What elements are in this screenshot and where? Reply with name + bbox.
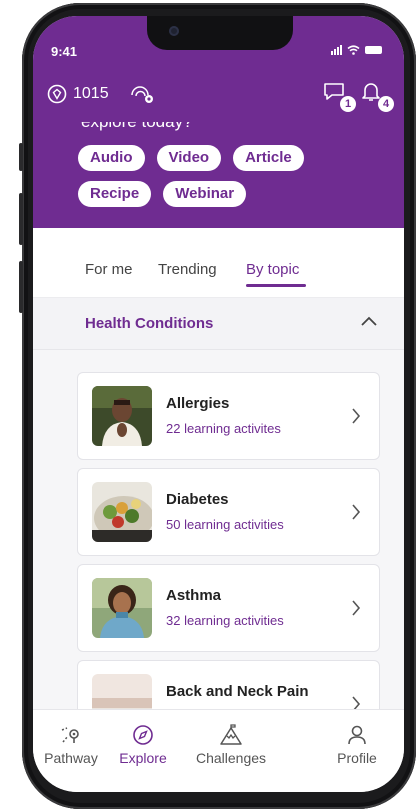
topic-title: Asthma bbox=[166, 587, 222, 604]
nav-label: Explore bbox=[119, 750, 167, 766]
signal-icon bbox=[331, 45, 342, 55]
messages-button[interactable]: 1 bbox=[322, 80, 356, 112]
messages-badge: 1 bbox=[340, 96, 356, 112]
notifications-badge: 4 bbox=[378, 96, 394, 112]
person-icon bbox=[348, 725, 366, 745]
topic-title: Diabetes bbox=[166, 491, 229, 508]
topic-activity-count: 50 learning activities bbox=[166, 517, 284, 532]
points-value: 1015 bbox=[73, 85, 109, 102]
header-prompt-text: explore today? bbox=[81, 122, 281, 132]
nav-label: Challenges bbox=[195, 750, 267, 766]
volume-down-button bbox=[19, 261, 23, 313]
nav-challenges[interactable]: Challenges bbox=[191, 724, 271, 766]
topic-card-allergies[interactable]: Allergies 22 learning activites bbox=[77, 372, 380, 460]
topic-title: Back and Neck Pain bbox=[166, 683, 309, 700]
section-toggle-health-conditions[interactable]: Health Conditions bbox=[33, 298, 404, 350]
tab-trending[interactable]: Trending bbox=[158, 261, 217, 278]
tab-for-me[interactable]: For me bbox=[85, 261, 133, 278]
active-tab-indicator bbox=[246, 284, 306, 287]
coin-icon bbox=[47, 84, 67, 104]
chevron-right-icon bbox=[352, 408, 361, 424]
notifications-button[interactable]: 4 bbox=[360, 80, 394, 112]
topic-thumbnail bbox=[92, 482, 152, 542]
topic-card-asthma[interactable]: Asthma 32 learning activities bbox=[77, 564, 380, 652]
nav-label: Pathway bbox=[44, 750, 98, 766]
chevron-right-icon bbox=[352, 600, 361, 616]
mountain-icon bbox=[220, 724, 242, 745]
bottom-navigation: Pathway Explore Challenges Profile bbox=[33, 709, 404, 792]
chip-webinar[interactable]: Webinar bbox=[163, 181, 247, 207]
streak-icon bbox=[130, 86, 153, 103]
nav-profile[interactable]: Profile bbox=[317, 724, 397, 766]
volume-up-button bbox=[19, 193, 23, 245]
notch bbox=[147, 16, 293, 50]
header-prompt: explore today? bbox=[81, 122, 281, 132]
nav-label: Profile bbox=[337, 750, 377, 766]
app-screen: 9:41 1015 1 4 explore today? Au bbox=[33, 16, 404, 792]
topic-thumbnail bbox=[92, 386, 152, 446]
chip-article[interactable]: Article bbox=[233, 145, 304, 171]
section-title: Health Conditions bbox=[85, 315, 214, 332]
topic-activity-count: 22 learning activites bbox=[166, 421, 281, 436]
topic-thumbnail bbox=[92, 578, 152, 638]
mute-switch bbox=[19, 143, 23, 171]
battery-icon bbox=[365, 46, 382, 54]
topic-activity-count: 32 learning activities bbox=[166, 613, 284, 628]
content-type-chips: Audio Video Article Recipe Webinar bbox=[78, 145, 368, 207]
chip-audio[interactable]: Audio bbox=[78, 145, 145, 171]
chip-video[interactable]: Video bbox=[156, 145, 222, 171]
front-camera bbox=[169, 26, 179, 36]
chevron-up-icon bbox=[361, 316, 377, 326]
chip-recipe[interactable]: Recipe bbox=[78, 181, 152, 207]
compass-icon bbox=[133, 725, 153, 745]
nav-pathway[interactable]: Pathway bbox=[33, 724, 111, 766]
explore-tabs: For me Trending By topic bbox=[33, 228, 404, 298]
status-icons bbox=[331, 45, 382, 55]
topic-title: Allergies bbox=[166, 395, 230, 412]
wifi-icon bbox=[347, 45, 360, 55]
chevron-right-icon bbox=[352, 504, 361, 520]
topic-card-diabetes[interactable]: Diabetes 50 learning activities bbox=[77, 468, 380, 556]
points-balance[interactable]: 1015 bbox=[47, 83, 157, 105]
status-time: 9:41 bbox=[51, 44, 78, 59]
tab-by-topic[interactable]: By topic bbox=[246, 261, 299, 278]
nav-explore[interactable]: Explore bbox=[103, 724, 183, 766]
pathway-icon bbox=[61, 727, 79, 743]
explore-header: 9:41 1015 1 4 explore today? Au bbox=[33, 16, 404, 228]
header-actions: 1 4 bbox=[322, 80, 394, 112]
